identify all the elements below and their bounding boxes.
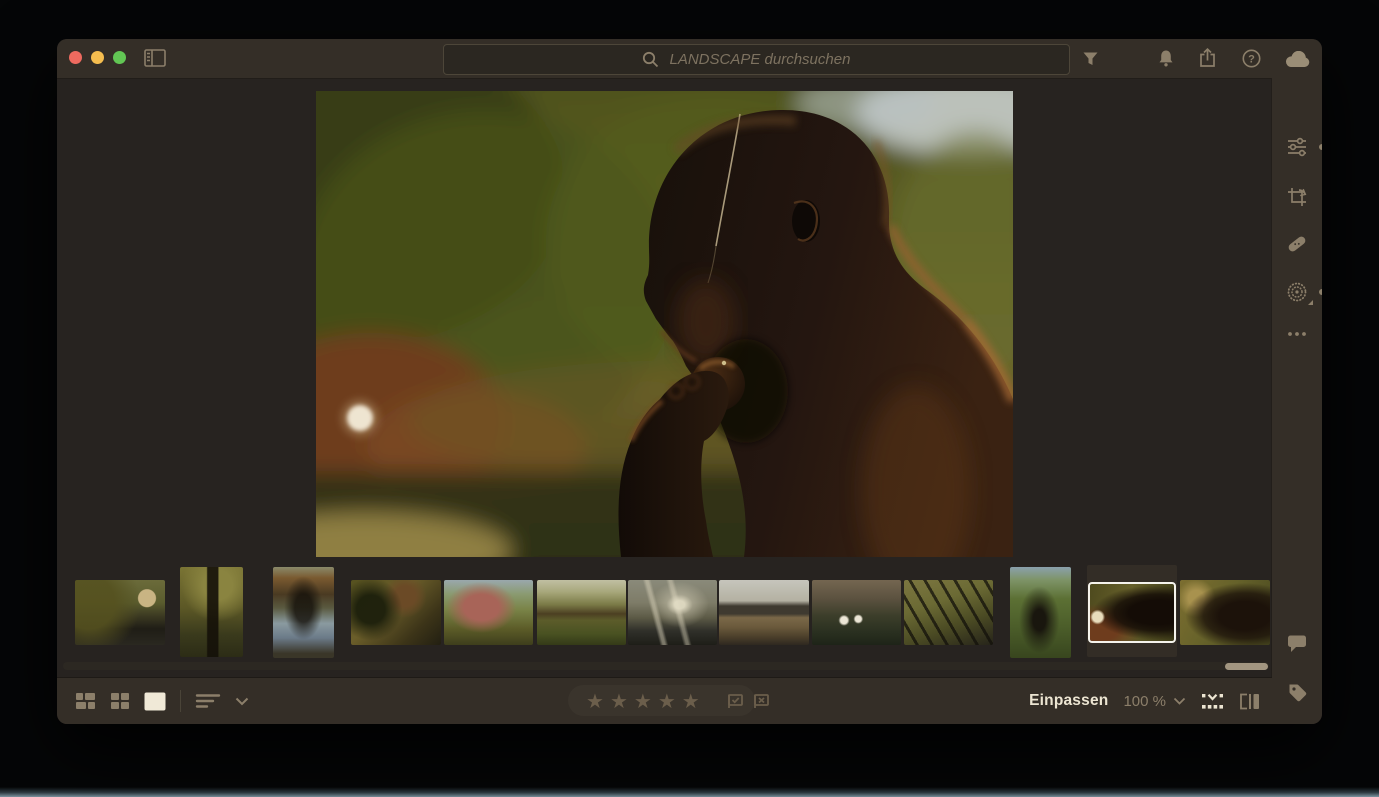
search-bar[interactable] (443, 44, 1070, 75)
svg-text:?: ? (1248, 53, 1255, 65)
help-icon[interactable]: ? (1241, 48, 1261, 68)
thumbnail-river-bridge[interactable] (719, 580, 809, 645)
main-photo[interactable] (316, 91, 1013, 557)
toolbar-divider (180, 690, 181, 712)
healing-brush-icon[interactable] (1284, 231, 1310, 257)
detail-view-button[interactable] (144, 692, 166, 711)
lightroom-window: ? (57, 39, 1322, 724)
thumbnail-garden-pergola[interactable] (537, 580, 626, 645)
filmstrip-scrollbar-handle[interactable] (1225, 663, 1268, 670)
thumbnail-mill-stream-houses[interactable] (75, 580, 165, 645)
zoom-level-control[interactable]: 100 % (1123, 693, 1186, 710)
thumbnail-park-monument[interactable] (180, 567, 243, 657)
sort-icon[interactable] (195, 693, 221, 709)
close-button[interactable] (69, 51, 82, 64)
desktop-edge (0, 787, 1379, 797)
cloud-sync-icon[interactable] (1283, 50, 1311, 68)
masking-flyout-indicator (1308, 300, 1313, 305)
star-rating[interactable]: ★ ★ ★ ★ ★ (568, 691, 714, 711)
filter-icon[interactable] (1081, 50, 1099, 67)
square-grid-view-button[interactable] (110, 692, 130, 710)
zoom-window-button[interactable] (113, 51, 126, 64)
thumbnail-swans-under-bridge[interactable] (812, 580, 901, 645)
zoom-level-value: 100 % (1123, 693, 1166, 710)
thumbnail-pink-blossom-tree[interactable] (444, 580, 533, 645)
zoom-fit-label[interactable]: Einpassen (1029, 692, 1108, 710)
notifications-bell-icon[interactable] (1156, 48, 1176, 68)
thumbnail-gazebo-leaves[interactable] (351, 580, 441, 645)
search-input[interactable] (668, 50, 872, 69)
star-1[interactable]: ★ (586, 691, 604, 711)
comments-icon[interactable] (1284, 630, 1310, 656)
masking-badge-dot (1319, 289, 1322, 295)
star-2[interactable]: ★ (610, 691, 628, 711)
sidebar-toggle-icon[interactable] (143, 48, 167, 68)
edit-sliders-icon[interactable] (1284, 134, 1310, 160)
flag-pick-icon[interactable] (726, 693, 744, 709)
thumbnail-fountain-jets[interactable] (628, 580, 717, 645)
keywords-tag-icon[interactable] (1284, 679, 1310, 705)
statue-photo-illustration (316, 91, 1013, 557)
edit-rail (1271, 78, 1322, 724)
compare-before-after-icon[interactable] (1239, 693, 1260, 710)
thumbnail-standing-statue[interactable] (1010, 567, 1071, 658)
zoom-chevron-down-icon (1173, 697, 1186, 705)
rate-review-pill: ★ ★ ★ ★ ★ (568, 685, 755, 716)
flag-reject-icon[interactable] (752, 693, 770, 709)
search-icon (642, 51, 659, 68)
photo-grid-view-button[interactable] (75, 692, 96, 710)
more-tools-icon[interactable] (1284, 321, 1310, 347)
star-5[interactable]: ★ (682, 691, 700, 711)
bottom-toolbar: ★ ★ ★ ★ ★ Einpassen (57, 677, 1272, 724)
sort-chevron-down-icon[interactable] (235, 697, 249, 706)
filmstrip-toggle-icon[interactable] (1201, 693, 1224, 710)
titlebar: ? (57, 39, 1322, 79)
masking-icon[interactable] (1284, 279, 1310, 305)
thumbnail-stairs-railing[interactable] (904, 580, 993, 645)
edit-badge-dot (1319, 144, 1322, 150)
share-icon[interactable] (1197, 47, 1217, 68)
star-4[interactable]: ★ (658, 691, 676, 711)
filmstrip-scrollbar-track[interactable] (63, 662, 1269, 670)
thumbnail-statue-with-apple[interactable] (1090, 584, 1174, 641)
star-3[interactable]: ★ (634, 691, 652, 711)
minimize-button[interactable] (91, 51, 104, 64)
thumbnail-statue-closeup[interactable] (1180, 580, 1270, 645)
thumbnail-covered-bridge-canal[interactable] (273, 567, 334, 658)
crop-rotate-icon[interactable] (1284, 184, 1310, 210)
